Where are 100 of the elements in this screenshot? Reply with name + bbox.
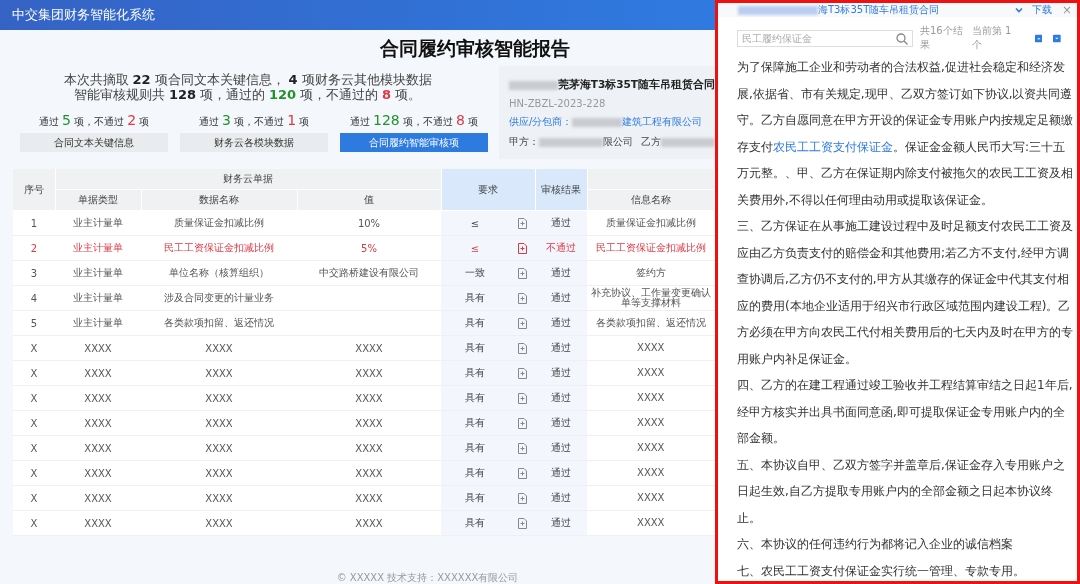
summary-text: 智能审核规则共 128 项，通过的 120 项，不通过的 8 项。 xyxy=(73,87,422,102)
document-icon[interactable] xyxy=(517,342,527,354)
table-cell: 5 xyxy=(30,317,38,329)
document-icon[interactable] xyxy=(517,442,527,454)
table-cell: 4 xyxy=(30,292,38,304)
document-paragraph: 七、农民工工资支付保证金实行统一管理、专款专用。 xyxy=(737,562,1026,580)
table-cell: XXXX xyxy=(637,367,665,378)
table-cell: XXXX xyxy=(84,367,112,379)
redacted-block xyxy=(660,137,715,147)
document-icon[interactable] xyxy=(517,417,527,429)
table-cell: 签约方 xyxy=(635,267,666,278)
table-cell: 通过 xyxy=(551,517,571,528)
table-cell: XXXX xyxy=(84,392,112,404)
table-cell: XXXX xyxy=(637,492,665,503)
table-cell: XXXX xyxy=(205,442,233,454)
document-icon[interactable] xyxy=(517,242,527,254)
table-cell: 质量保证金扣减比例 xyxy=(174,217,264,228)
redacted-block xyxy=(539,137,603,147)
table-cell: 涉及合同变更的计量业务 xyxy=(164,292,274,303)
table-cell: XXXX xyxy=(205,342,233,354)
search-icon[interactable] xyxy=(896,32,908,45)
section-tab[interactable]: 财务云各模块数据 xyxy=(180,133,328,152)
table-cell: 具有 xyxy=(465,292,485,303)
previous-result-button[interactable] xyxy=(1034,33,1043,43)
table-cell: XXXX xyxy=(84,492,112,504)
table-cell: 业主计量单 xyxy=(73,317,123,328)
document-paragraph: 四、乙方的在建工程通过竣工验收并工程结算审结之日起1年后,经甲方核实并出具书面同意函,即可提取保证金专用账户内的全部金额。 xyxy=(737,377,1073,447)
table-cell: XXXX xyxy=(355,342,383,354)
close-button[interactable]: × xyxy=(1061,3,1072,17)
section-tab[interactable]: 合同履约智能审核项 xyxy=(340,133,488,152)
report-title: 合同履约审核智能报告 xyxy=(380,36,570,61)
table-cell: XXXX xyxy=(84,342,112,354)
table-cell: 单位名称（核算组织） xyxy=(169,267,269,278)
document-icon[interactable] xyxy=(517,492,527,504)
document-icon[interactable] xyxy=(517,292,527,304)
document-icon[interactable] xyxy=(517,517,527,529)
table-cell: 业主计量单 xyxy=(73,242,123,253)
table-cell: XXXX xyxy=(205,467,233,479)
search-field[interactable]: 民工履约保证金 xyxy=(737,29,913,47)
table-cell: 3 xyxy=(30,267,38,279)
document-icon[interactable] xyxy=(517,217,527,229)
table-cell: XXXX xyxy=(205,517,233,529)
table-cell: ≤ xyxy=(470,217,480,229)
table-cell: X xyxy=(30,417,38,429)
contract-title: 莞茅海T3标35T随车吊租赁合同 xyxy=(557,78,715,92)
table-cell: 业主计量单 xyxy=(73,292,123,303)
table-cell: 具有 xyxy=(465,342,485,353)
table-cell: XXXX xyxy=(637,467,665,478)
party-b-label: 乙方 xyxy=(640,135,661,149)
section-tab[interactable]: 合同文本关键信息 xyxy=(20,133,168,152)
column-header: 审核结果 xyxy=(535,169,587,211)
table-cell: XXXX xyxy=(355,467,383,479)
table-cell: 质量保证金扣减比例 xyxy=(605,217,696,228)
table-cell: XXXX xyxy=(637,392,665,403)
table-cell: 具有 xyxy=(465,392,485,403)
document-icon[interactable] xyxy=(517,467,527,479)
table-cell: 5% xyxy=(361,242,377,254)
table-cell: 具有 xyxy=(465,442,485,453)
table-cell: 各类款项扣留、返还情况 xyxy=(595,317,706,328)
redacted-block xyxy=(509,80,558,90)
table-cell: 通过 xyxy=(551,417,571,428)
table-cell: 中交路桥建设有限公司 xyxy=(319,267,419,278)
table-cell: XXXX xyxy=(637,342,665,353)
document-icon[interactable] xyxy=(517,267,527,279)
table-cell: 通过 xyxy=(551,267,571,278)
table-cell: XXXX xyxy=(205,392,233,404)
document-paragraph: 为了保障施工企业和劳动者的合法权益,促进社会稳定和经济发展,依据省、市有关规定,现甲、乙双方签订如下协议,以资共同遵守。乙方自愿同意在甲方开设的保证金专用账户内按规定足额缴存支付农民工工资支付保证金。保证金金额人民币大写:三十五万元整。、甲、乙方在保证期内除支付被拖欠的农民工工资及相关费用外,不得以任何理由动用或提取该保证金。 xyxy=(737,59,1073,209)
table-cell: 通过 xyxy=(551,442,571,453)
result-position: 当前第 1 个 xyxy=(971,24,1013,52)
stat-text: 通过 5 项，不通过 2 项 xyxy=(38,112,150,129)
table-cell: XXXX xyxy=(84,417,112,429)
document-icon[interactable] xyxy=(517,317,527,329)
document-icon[interactable] xyxy=(517,367,527,379)
table-cell: XXXX xyxy=(84,442,112,454)
caret-icon[interactable] xyxy=(1014,7,1023,13)
table-cell: 通过 xyxy=(551,317,571,328)
table-cell: 10% xyxy=(357,217,381,229)
summary-text: 本次共摘取 22 项合同文本关键信息， 4 项财务云其他模块数据 xyxy=(63,72,432,87)
next-result-button[interactable] xyxy=(1053,33,1061,43)
table-cell: 具有 xyxy=(465,367,485,378)
table-cell: 业主计量单 xyxy=(73,217,123,228)
document-icon[interactable] xyxy=(517,392,527,404)
table-cell: 业主计量单 xyxy=(73,267,123,278)
table-cell: 2 xyxy=(30,242,38,254)
table-cell: 具有 xyxy=(465,317,485,328)
table-cell: XXXX xyxy=(355,417,383,429)
table-cell: 1 xyxy=(30,217,38,229)
column-header: 财务云单据 xyxy=(55,169,441,190)
supplier-name[interactable]: 建筑工程有限公司 xyxy=(622,115,703,129)
contract-code: HN-ZBZL-2023-228 xyxy=(509,98,607,109)
supplier-label[interactable]: 供应/分包商： xyxy=(509,115,573,129)
table-cell: XXXX xyxy=(637,517,665,528)
table-cell: XXXX xyxy=(355,442,383,454)
column-header: 要求 xyxy=(441,169,535,211)
table-cell: X xyxy=(30,492,38,504)
app-title: 中交集团财务智能化系统 xyxy=(12,6,155,24)
table-cell: 通过 xyxy=(551,367,571,378)
table-cell: XXXX xyxy=(355,517,383,529)
download-link[interactable]: 下载 xyxy=(1031,3,1052,17)
table-cell: 具有 xyxy=(465,517,485,528)
